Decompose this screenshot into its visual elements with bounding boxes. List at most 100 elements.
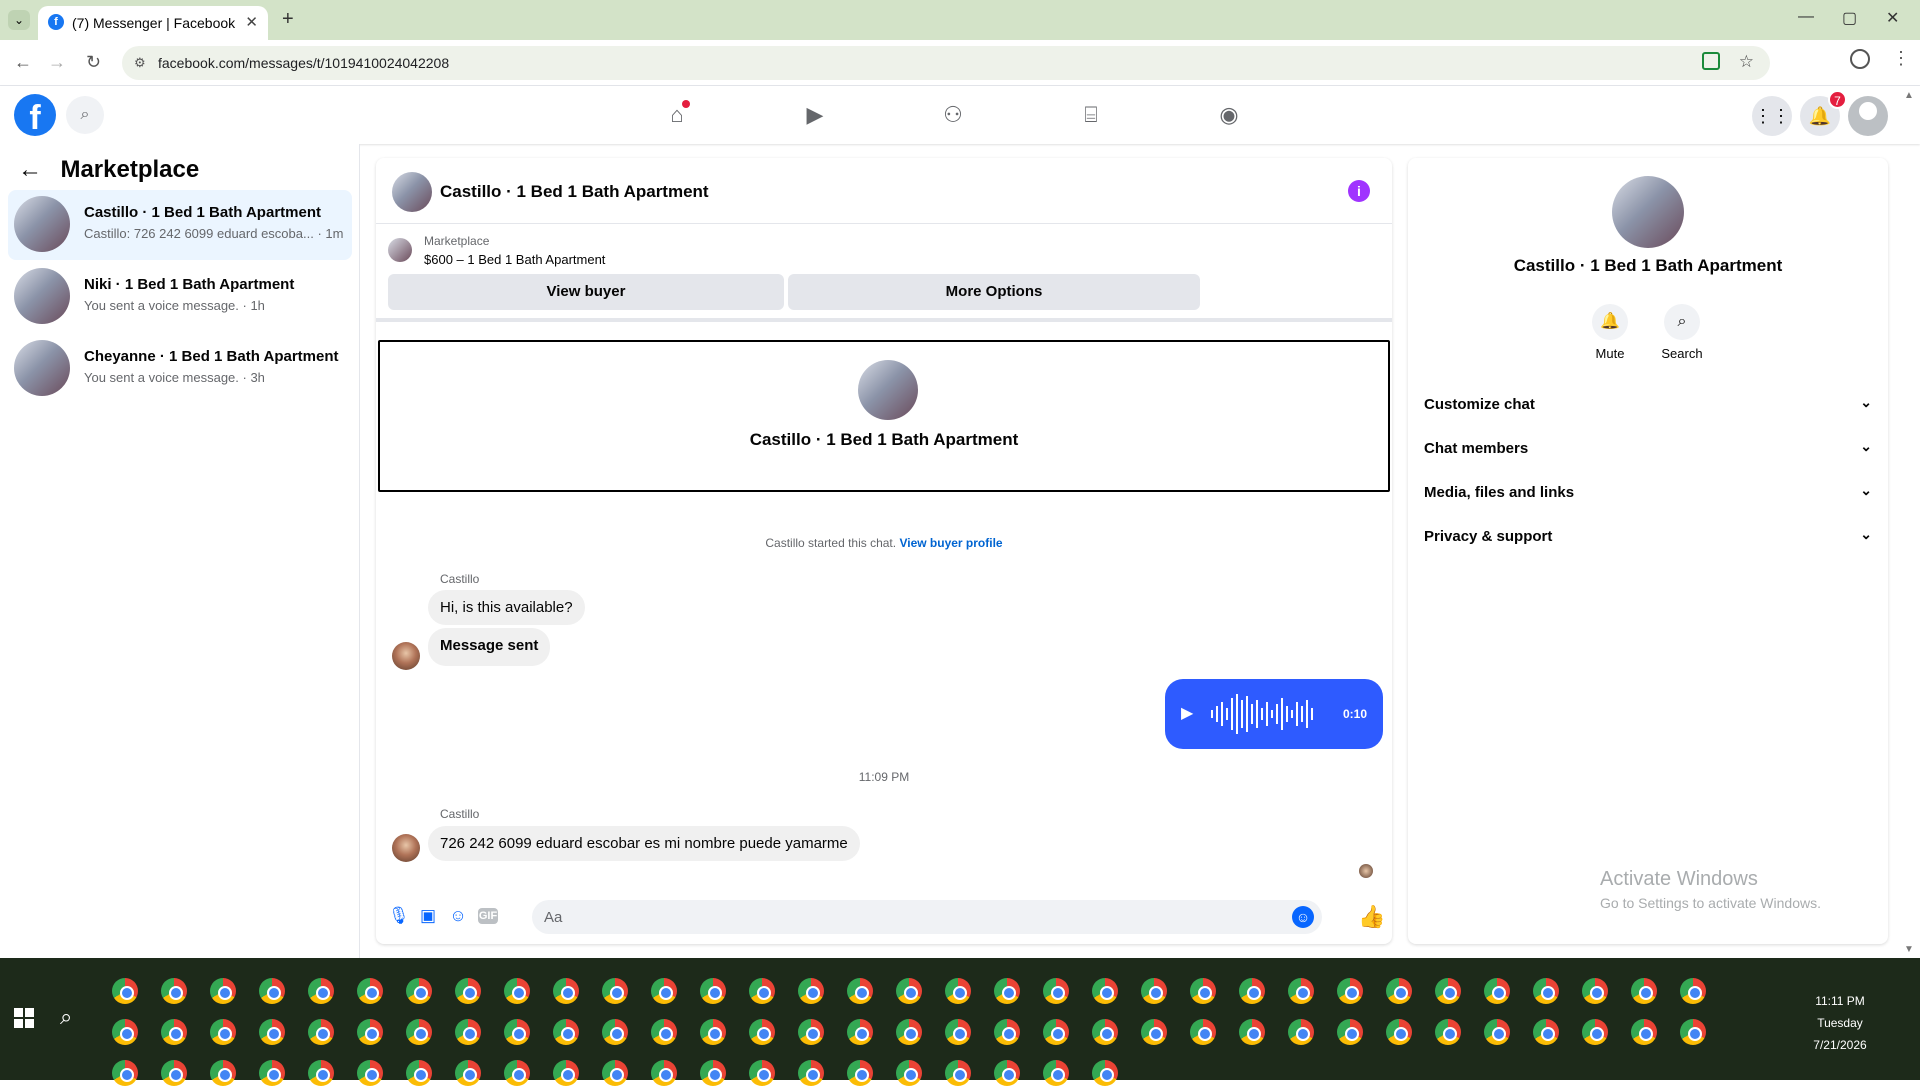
taskbar-chrome-icon[interactable] <box>945 978 971 1004</box>
taskbar-chrome-icon[interactable] <box>798 978 824 1004</box>
details-avatar[interactable] <box>1612 176 1684 248</box>
menu-grid-icon[interactable]: ⋮⋮ <box>1752 96 1792 136</box>
url-text[interactable]: facebook.com/messages/t/1019410024042208 <box>158 55 449 71</box>
message-bubble[interactable]: Message sent <box>428 628 551 666</box>
taskbar-chrome-icon[interactable] <box>1092 1019 1118 1045</box>
taskbar-chrome-icon[interactable] <box>1190 978 1216 1004</box>
conversation-item[interactable]: Castillo · 1 Bed 1 Bath Apartment Castil… <box>8 190 352 260</box>
taskbar-chrome-icon[interactable] <box>798 1019 824 1045</box>
taskbar-chrome-icon[interactable] <box>455 1060 481 1086</box>
taskbar-chrome-icon[interactable] <box>749 1060 775 1086</box>
view-buyer-button[interactable]: View buyer <box>388 274 784 310</box>
chat-avatar[interactable] <box>392 172 432 212</box>
taskbar-chrome-icon[interactable] <box>798 1060 824 1086</box>
taskbar-chrome-icon[interactable] <box>651 1019 677 1045</box>
taskbar-chrome-icon[interactable] <box>945 1019 971 1045</box>
sender-avatar[interactable] <box>392 642 420 670</box>
taskbar-chrome-icon[interactable] <box>357 978 383 1004</box>
search-icon[interactable]: ⌕ <box>66 96 104 134</box>
message-input[interactable]: Aa ☺ <box>532 900 1322 934</box>
install-app-icon[interactable] <box>1702 52 1720 70</box>
bookmark-star-icon[interactable]: ☆ <box>1739 52 1754 72</box>
taskbar-chrome-icon[interactable] <box>749 1019 775 1045</box>
taskbar-chrome-icon[interactable] <box>112 978 138 1004</box>
video-icon[interactable]: ▶ <box>800 100 830 130</box>
taskbar-chrome-icon[interactable] <box>1337 978 1363 1004</box>
taskbar-chrome-icon[interactable] <box>161 978 187 1004</box>
browser-tab[interactable]: f (7) Messenger | Facebook ✕ <box>38 6 268 40</box>
taskbar-chrome-icon[interactable] <box>308 1060 334 1086</box>
info-icon[interactable]: i <box>1348 180 1370 202</box>
taskbar-chrome-icon[interactable] <box>1582 1019 1608 1045</box>
taskbar-chrome-icon[interactable] <box>602 1019 628 1045</box>
taskbar-chrome-icon[interactable] <box>406 1019 432 1045</box>
taskbar-chrome-icon[interactable] <box>1435 978 1461 1004</box>
taskbar-chrome-icon[interactable] <box>1533 978 1559 1004</box>
taskbar-chrome-icon[interactable] <box>1484 1019 1510 1045</box>
marketplace-icon[interactable]: ⌸ <box>1076 100 1106 130</box>
taskbar-chrome-icon[interactable] <box>1239 1019 1265 1045</box>
taskbar-chrome-icon[interactable] <box>1533 1019 1559 1045</box>
taskbar-chrome-icon[interactable] <box>1239 978 1265 1004</box>
new-tab-button[interactable]: + <box>282 8 294 31</box>
taskbar-chrome-icon[interactable] <box>1288 978 1314 1004</box>
maximize-button[interactable]: ▢ <box>1842 8 1857 28</box>
taskbar-chrome-icon[interactable] <box>602 1060 628 1086</box>
taskbar-chrome-icon[interactable] <box>896 1019 922 1045</box>
taskbar-chrome-icon[interactable] <box>651 1060 677 1086</box>
taskbar-chrome-icon[interactable] <box>259 1060 285 1086</box>
taskbar-chrome-icon[interactable] <box>994 1019 1020 1045</box>
taskbar-chrome-icon[interactable] <box>1141 1019 1167 1045</box>
chat-members-row[interactable]: Chat members ⌄ <box>1424 428 1872 472</box>
taskbar-chrome-icon[interactable] <box>210 1060 236 1086</box>
mute-button[interactable]: 🔔 Mute <box>1570 304 1650 361</box>
taskbar-chrome-icon[interactable] <box>406 1060 432 1086</box>
taskbar-chrome-icon[interactable] <box>700 1019 726 1045</box>
address-bar[interactable]: ⚙ facebook.com/messages/t/10194100240422… <box>122 46 1770 80</box>
taskbar-chrome-icon[interactable] <box>1043 978 1069 1004</box>
facebook-logo[interactable]: f <box>14 94 56 137</box>
back-arrow-icon[interactable]: ← <box>18 156 42 183</box>
listing-thumbnail[interactable] <box>388 238 412 262</box>
taskbar-chrome-icon[interactable] <box>602 978 628 1004</box>
gif-icon[interactable]: GIF <box>478 908 498 924</box>
customize-chat-row[interactable]: Customize chat ⌄ <box>1424 384 1872 428</box>
clock[interactable]: 11:11 PM Tuesday 7/21/2026 <box>1790 990 1890 1056</box>
account-avatar[interactable] <box>1848 96 1888 136</box>
taskbar-chrome-icon[interactable] <box>504 1060 530 1086</box>
taskbar-chrome-icon[interactable] <box>308 978 334 1004</box>
taskbar-chrome-icon[interactable] <box>1484 978 1510 1004</box>
more-options-button[interactable]: More Options <box>788 274 1200 310</box>
site-info-icon[interactable]: ⚙ <box>134 55 146 71</box>
taskbar-chrome-icon[interactable] <box>553 978 579 1004</box>
sender-avatar[interactable] <box>392 834 420 862</box>
tab-search-button[interactable]: ⌄ <box>8 10 30 30</box>
taskbar-chrome-icon[interactable] <box>749 978 775 1004</box>
taskbar-chrome-icon[interactable] <box>1337 1019 1363 1045</box>
taskbar-chrome-icon[interactable] <box>259 1019 285 1045</box>
taskbar-chrome-icon[interactable] <box>1190 1019 1216 1045</box>
message-bubble[interactable]: Hi, is this available? <box>428 590 585 625</box>
friends-icon[interactable]: ⚇ <box>938 100 968 130</box>
view-buyer-profile-link[interactable]: View buyer profile <box>899 536 1002 550</box>
close-window-button[interactable]: ✕ <box>1886 8 1899 28</box>
taskbar-search-icon[interactable]: ⌕ <box>60 1004 72 1030</box>
taskbar-chrome-icon[interactable] <box>945 1060 971 1086</box>
sticker-icon[interactable]: ☺ <box>448 906 468 926</box>
taskbar-chrome-icon[interactable] <box>847 1060 873 1086</box>
minimize-button[interactable]: — <box>1798 8 1814 26</box>
taskbar-chrome-icon[interactable] <box>1141 978 1167 1004</box>
back-button[interactable]: ← <box>14 52 32 73</box>
listing-title[interactable]: $600 – 1 Bed 1 Bath Apartment <box>424 252 605 267</box>
taskbar-chrome-icon[interactable] <box>994 978 1020 1004</box>
taskbar-chrome-icon[interactable] <box>357 1060 383 1086</box>
taskbar-chrome-icon[interactable] <box>1386 978 1412 1004</box>
taskbar-chrome-icon[interactable] <box>896 978 922 1004</box>
taskbar-chrome-icon[interactable] <box>1043 1019 1069 1045</box>
taskbar-chrome-icon[interactable] <box>1043 1060 1069 1086</box>
taskbar-chrome-icon[interactable] <box>1435 1019 1461 1045</box>
reload-button[interactable]: ↻ <box>86 52 101 73</box>
taskbar-chrome-icon[interactable] <box>210 1019 236 1045</box>
taskbar-chrome-icon[interactable] <box>504 1019 530 1045</box>
taskbar-chrome-icon[interactable] <box>1680 1019 1706 1045</box>
